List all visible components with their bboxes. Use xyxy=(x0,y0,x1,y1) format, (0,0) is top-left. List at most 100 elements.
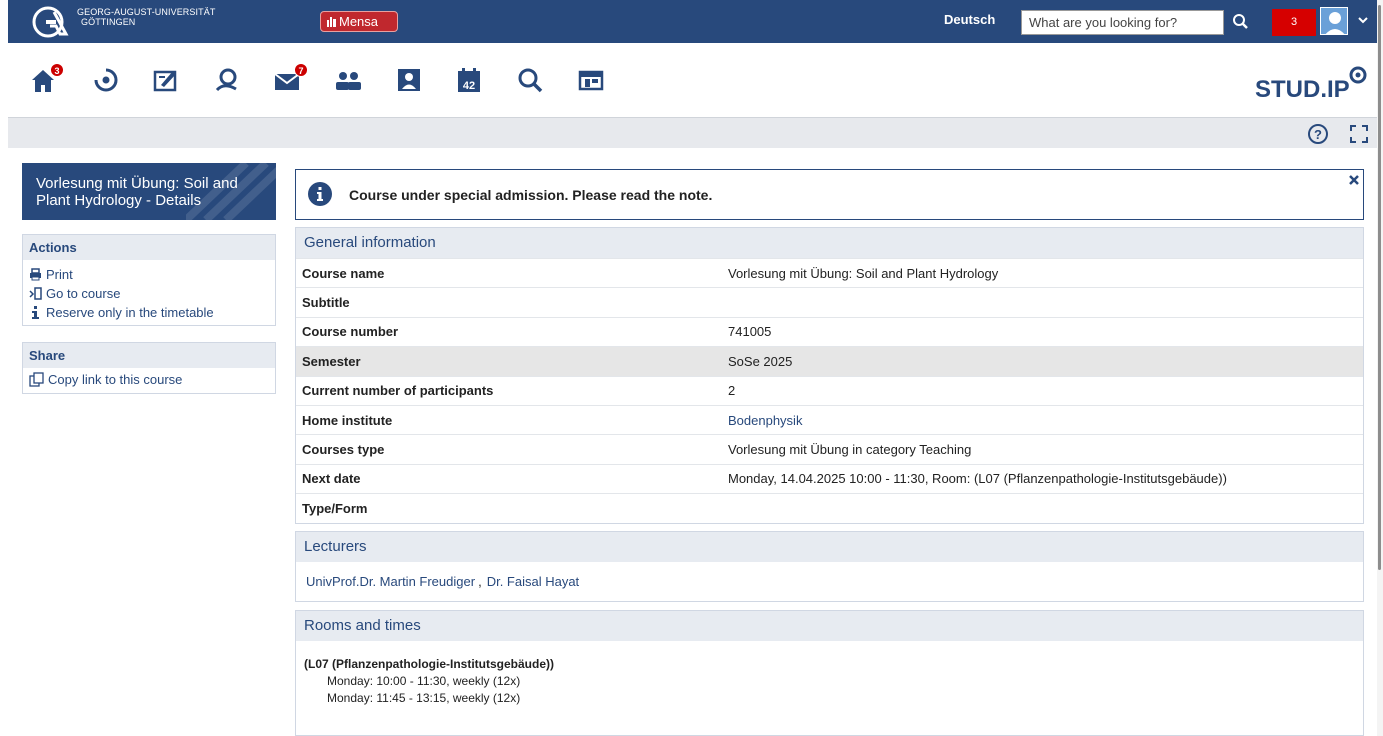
table-row: Subtitle xyxy=(296,287,1363,316)
lecturer-separator: , xyxy=(478,574,482,589)
share-widget: Share Copy link to this course xyxy=(22,342,276,394)
info-icon xyxy=(308,182,332,206)
lecturer-link[interactable]: Dr. Faisal Hayat xyxy=(487,574,579,589)
course-number-value: 741005 xyxy=(728,324,772,340)
nav-contacts[interactable] xyxy=(333,65,363,95)
scrollbar-thumb[interactable] xyxy=(1378,5,1381,570)
lecturers-section: Lecturers UnivProf.Dr. Martin Freudiger,… xyxy=(295,531,1364,602)
notification-badge[interactable]: 3 xyxy=(1272,9,1316,36)
studip-logo[interactable]: STUD.IP xyxy=(1253,65,1371,101)
action-reserve-timetable-label: Reserve only in the timetable xyxy=(46,305,214,320)
nav-activity[interactable] xyxy=(91,65,121,95)
row-key: Courses type xyxy=(302,442,385,458)
lecturer-link[interactable]: UnivProf.Dr. Martin Freudiger xyxy=(306,574,475,589)
studip-brand: STUD.IP xyxy=(1255,76,1350,101)
nav-calendar[interactable]: 42 xyxy=(454,65,484,95)
community-icon xyxy=(215,68,237,92)
row-key: Course number xyxy=(302,324,399,340)
avatar[interactable] xyxy=(1320,7,1348,35)
chevron-down-icon[interactable] xyxy=(1357,14,1369,26)
user-avatar-icon xyxy=(1325,12,1345,34)
lecturers-heading: Lecturers xyxy=(296,532,1363,562)
tools-icon xyxy=(578,70,604,91)
contacts-icon xyxy=(336,72,361,90)
magnifier-icon xyxy=(518,68,543,93)
course-type-value: Vorlesung mit Übung in category Teaching xyxy=(728,442,972,458)
actions-heading: Actions xyxy=(23,235,275,260)
university-name-line2: GÖTTINGEN xyxy=(81,17,136,27)
print-icon xyxy=(30,268,41,281)
course-name-value: Vorlesung mit Übung: Soil and Plant Hydr… xyxy=(728,265,999,281)
row-key: Semester xyxy=(302,353,361,369)
mensa-icon xyxy=(327,17,336,27)
page-toolbar: ? xyxy=(8,117,1377,148)
actions-widget: Actions Print Go to course Reserve only … xyxy=(22,234,276,326)
info-small-icon xyxy=(32,306,39,319)
rooms-list: (L07 (Pflanzenpathologie-Institutsgebäud… xyxy=(296,641,1363,722)
action-go-to-course[interactable]: Go to course xyxy=(23,284,275,303)
row-key: Current number of participants xyxy=(302,383,494,399)
university-name: GEORG-AUGUST-UNIVERSITÄT GÖTTINGEN xyxy=(77,7,215,27)
calendar-icon: 42 xyxy=(458,68,480,92)
share-copy-link[interactable]: Copy link to this course xyxy=(23,370,275,389)
table-row: Course name Vorlesung mit Übung: Soil an… xyxy=(296,258,1363,287)
participants-value: 2 xyxy=(728,383,736,399)
general-information-heading: General information xyxy=(296,228,1363,258)
sidebar-title: Vorlesung mit Übung: Soil and Plant Hydr… xyxy=(22,163,276,220)
home-institute-link[interactable]: Bodenphysik xyxy=(722,413,802,428)
time-slot: Monday: 11:45 - 13:15, weekly (12x) xyxy=(327,691,521,705)
close-icon[interactable] xyxy=(1348,174,1360,186)
scrollbar[interactable] xyxy=(1377,0,1383,736)
activity-icon xyxy=(94,68,118,92)
fullscreen-icon[interactable] xyxy=(1348,123,1370,145)
table-row: Type/Form xyxy=(296,493,1363,522)
rooms-section: Rooms and times (L07 (Pflanzenpathologie… xyxy=(295,610,1364,736)
next-date-value: Monday, 14.04.2025 10:00 - 11:30, Room: … xyxy=(728,471,1227,487)
mensa-label: Mensa xyxy=(339,14,379,29)
row-key: Subtitle xyxy=(302,295,350,311)
nav-home[interactable]: 3 xyxy=(28,63,64,95)
lecturers-list: UnivProf.Dr. Martin Freudiger, Dr. Faisal… xyxy=(296,562,1363,601)
table-row: Course number 741005 xyxy=(296,316,1363,346)
general-information-section: General information Course name Vorlesun… xyxy=(295,227,1364,524)
search-input[interactable] xyxy=(1021,10,1224,35)
row-key: Next date xyxy=(302,471,361,487)
home-badge: 3 xyxy=(50,63,64,77)
nav-profile[interactable] xyxy=(394,65,424,95)
table-row: Home institute Bodenphysik xyxy=(296,404,1363,434)
time-slot: Monday: 10:00 - 11:30, weekly (12x) xyxy=(327,674,521,688)
share-heading: Share xyxy=(23,343,275,368)
university-logo[interactable] xyxy=(32,6,70,38)
courses-icon xyxy=(153,70,177,92)
top-bar: GEORG-AUGUST-UNIVERSITÄT GÖTTINGEN Mensa… xyxy=(8,0,1377,43)
action-go-to-course-label: Go to course xyxy=(46,286,121,301)
nav-messages[interactable]: 7 xyxy=(272,63,308,95)
row-key: Home institute xyxy=(302,412,393,428)
row-key: Course name xyxy=(302,265,385,281)
profile-icon xyxy=(398,69,420,91)
table-row: Current number of participants 2 xyxy=(296,375,1363,405)
calendar-day: 42 xyxy=(463,80,475,92)
copy-link-icon xyxy=(29,372,44,387)
nav-community[interactable] xyxy=(212,65,242,95)
nav-search[interactable] xyxy=(515,65,545,95)
help-icon[interactable]: ? xyxy=(1307,123,1329,145)
university-name-line1: GEORG-AUGUST-UNIVERSITÄT xyxy=(77,7,216,17)
messages-badge: 7 xyxy=(294,63,308,77)
admission-notice: Course under special admission. Please r… xyxy=(295,169,1364,220)
search-icon[interactable] xyxy=(1230,11,1252,33)
svg-text:?: ? xyxy=(1314,127,1322,142)
enter-icon xyxy=(29,287,42,300)
main-navigation: 3 7 42 STUD.IP xyxy=(0,43,1383,117)
nav-courses[interactable] xyxy=(151,65,181,95)
table-row: Next date Monday, 14.04.2025 10:00 - 11:… xyxy=(296,463,1363,493)
language-switch[interactable]: Deutsch xyxy=(944,12,995,27)
share-copy-link-label: Copy link to this course xyxy=(48,372,183,387)
action-reserve-timetable[interactable]: Reserve only in the timetable xyxy=(23,303,275,322)
rooms-heading: Rooms and times xyxy=(296,611,1363,641)
table-row: Courses type Vorlesung mit Übung in cate… xyxy=(296,434,1363,463)
mensa-button[interactable]: Mensa xyxy=(320,11,398,32)
nav-tools[interactable] xyxy=(576,65,606,95)
sidebar-stripes-decoration xyxy=(186,163,276,220)
action-print[interactable]: Print xyxy=(23,265,275,284)
